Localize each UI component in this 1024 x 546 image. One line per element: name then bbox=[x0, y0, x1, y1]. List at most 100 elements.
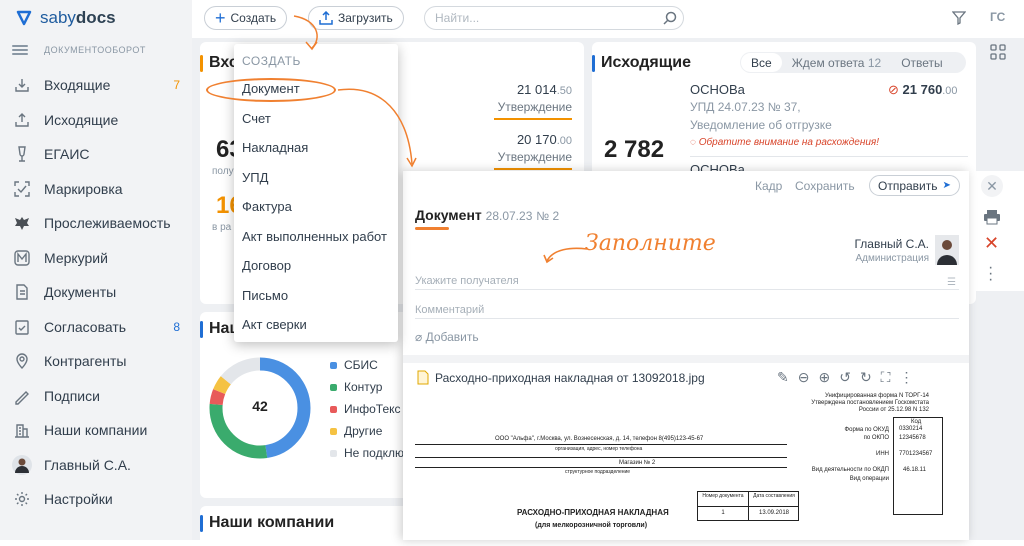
count-badge: 8 bbox=[173, 319, 180, 334]
sidebar-item-incoming[interactable]: Входящие 7 bbox=[0, 68, 192, 103]
menu-item-invoice[interactable]: Счет bbox=[242, 111, 271, 126]
legend-item[interactable]: Другие bbox=[330, 420, 410, 442]
scan-form-title: Унифицированная форма N ТОРГ-14 bbox=[824, 393, 929, 399]
legend-item[interactable]: Не подклю bbox=[330, 442, 410, 464]
search-input[interactable]: Найти... bbox=[424, 6, 684, 30]
scan-org: ООО "Альфа", г.Москва, ул. Вознесенская,… bbox=[495, 436, 704, 442]
delete-icon[interactable]: ✕ bbox=[984, 233, 999, 254]
sidebar-item-label: Подписи bbox=[44, 387, 100, 404]
panel-title[interactable]: Исходящие bbox=[592, 54, 691, 72]
legend-dot bbox=[330, 427, 337, 435]
panel-title[interactable]: Вхо bbox=[200, 54, 239, 72]
scan-line bbox=[697, 506, 799, 507]
incoming-row-amount[interactable]: 21 014.50 bbox=[517, 82, 572, 97]
filter-icon[interactable] bbox=[952, 11, 966, 25]
save-button[interactable]: Сохранить bbox=[795, 179, 855, 193]
sidebar-item-settings[interactable]: Настройки bbox=[0, 482, 192, 517]
scan-icon bbox=[12, 179, 32, 199]
author-avatar[interactable] bbox=[935, 235, 959, 265]
logo-saby: saby bbox=[40, 8, 76, 27]
menu-item-reconciliation[interactable]: Акт сверки bbox=[242, 317, 307, 332]
panel-title[interactable]: Наши компании bbox=[200, 514, 334, 532]
print-icon[interactable] bbox=[983, 209, 1001, 225]
outbox-icon bbox=[12, 110, 32, 130]
sidebar-item-outgoing[interactable]: Исходящие bbox=[0, 103, 192, 138]
add-attachment-button[interactable]: ⌀ Добавить bbox=[415, 330, 479, 344]
more-icon[interactable]: ⋮ bbox=[899, 369, 913, 386]
buildings-icon bbox=[12, 420, 32, 440]
close-icon[interactable]: ✕ bbox=[981, 175, 1003, 197]
sidebar-item-our-companies[interactable]: Наши компании bbox=[0, 413, 192, 448]
scan-code-label: Код bbox=[911, 419, 922, 425]
more-icon[interactable]: · · · bbox=[988, 260, 993, 288]
zoom-out-icon[interactable]: ⊖ bbox=[798, 369, 810, 386]
attachment-name[interactable]: Расходно-приходная накладная от 13092018… bbox=[435, 371, 705, 385]
incoming-row-amount[interactable]: 20 170.00 bbox=[517, 132, 572, 147]
sidebar-item-traceability[interactable]: Прослеживаемость bbox=[0, 206, 192, 241]
scanned-document: Унифицированная форма N ТОРГ-14 Утвержде… bbox=[415, 393, 959, 540]
apps-grid-icon[interactable] bbox=[990, 44, 1006, 60]
scan-num-head: Номер документа bbox=[702, 493, 744, 499]
outgoing-company[interactable]: ОСНОВа bbox=[690, 82, 745, 97]
eagle-icon bbox=[12, 213, 32, 233]
tab-waiting[interactable]: Ждем ответа 12 bbox=[782, 53, 892, 72]
edit-icon[interactable]: ✎ bbox=[777, 369, 789, 386]
menu-toggle-icon[interactable] bbox=[12, 43, 28, 57]
title-underline bbox=[415, 227, 449, 230]
author-name[interactable]: Главный С.А. bbox=[854, 237, 929, 251]
sidebar-item-documents[interactable]: Документы bbox=[0, 275, 192, 310]
annotation-arrows bbox=[293, 15, 417, 168]
send-button[interactable]: Отправить ➤ bbox=[869, 175, 960, 196]
legend-item[interactable]: СБИС bbox=[330, 354, 410, 376]
sidebar-item-egais[interactable]: ЕГАИС bbox=[0, 137, 192, 172]
sidebar-item-approve[interactable]: Согласовать 8 bbox=[0, 310, 192, 345]
frame-button[interactable]: Кадр bbox=[755, 179, 782, 193]
legend-item[interactable]: ИнфоТекс bbox=[330, 398, 410, 420]
sidebar-item-contractors[interactable]: Контрагенты bbox=[0, 344, 192, 379]
sidebar-item-label: Маркировка bbox=[44, 180, 123, 197]
search-icon[interactable] bbox=[662, 10, 678, 26]
author-role: Администрация bbox=[855, 253, 929, 264]
fullscreen-icon[interactable]: ⛶ bbox=[881, 369, 891, 386]
list-icon[interactable]: ☰ bbox=[947, 277, 956, 288]
documents-icon bbox=[12, 282, 32, 302]
menu-item-facture[interactable]: Фактура bbox=[242, 199, 292, 214]
user-initials[interactable]: ГС bbox=[990, 10, 1005, 24]
scan-org-hint: организация, адрес, номер телефона bbox=[555, 446, 643, 452]
scan-div-hint: структурное подразделение bbox=[565, 469, 631, 475]
scan-inn: 7701234567 bbox=[899, 451, 933, 457]
scan-line bbox=[415, 444, 787, 445]
legend-label: СБИС bbox=[344, 358, 378, 372]
menu-item-act[interactable]: Акт выполненных работ bbox=[242, 229, 387, 244]
rotate-left-icon[interactable]: ↺ bbox=[839, 369, 851, 386]
menu-item-contract[interactable]: Договор bbox=[242, 258, 291, 273]
sidebar-item-profile[interactable]: Главный С.А. bbox=[0, 448, 192, 483]
app-logo[interactable]: sabydocs bbox=[14, 8, 116, 28]
divider bbox=[403, 355, 969, 363]
scan-big-title: РАСХОДНО-ПРИХОДНАЯ НАКЛАДНАЯ bbox=[517, 508, 669, 517]
zoom-in-icon[interactable]: ⊕ bbox=[818, 369, 830, 386]
tab-answers[interactable]: Ответы bbox=[891, 53, 952, 72]
sidebar-nav: Входящие 7 Исходящие ЕГАИС Маркировка Про… bbox=[0, 68, 192, 517]
menu-item-upd[interactable]: УПД bbox=[242, 170, 268, 185]
rotate-right-icon[interactable]: ↻ bbox=[860, 369, 872, 386]
tab-all[interactable]: Все bbox=[741, 53, 782, 72]
recipient-input[interactable]: Укажите получателя bbox=[415, 275, 519, 287]
scan-shop: Магазин № 2 bbox=[619, 460, 656, 466]
sidebar: sabydocs ДОКУМЕНТООБОРОТ Входящие 7 Исход… bbox=[0, 0, 192, 540]
paperclip-icon: ⌀ bbox=[415, 330, 423, 344]
document-card: Кадр Сохранить Отправить ➤ Документ 28.07… bbox=[403, 171, 969, 540]
scan-okud: 0330214 bbox=[899, 426, 923, 432]
sidebar-item-mercury[interactable]: Меркурий bbox=[0, 241, 192, 276]
legend-dot bbox=[330, 361, 337, 369]
m-badge-icon bbox=[12, 248, 32, 268]
outgoing-doc: УПД 24.07.23 № 37, bbox=[690, 100, 801, 114]
menu-item-letter[interactable]: Письмо bbox=[242, 288, 288, 303]
incoming-sub2: в ра bbox=[212, 222, 232, 233]
create-button[interactable]: + Создать bbox=[204, 6, 288, 30]
legend-item[interactable]: Контур bbox=[330, 376, 410, 398]
comment-input[interactable]: Комментарий bbox=[415, 304, 484, 316]
legend-dot bbox=[330, 449, 337, 457]
sidebar-item-marking[interactable]: Маркировка bbox=[0, 172, 192, 207]
sidebar-item-signatures[interactable]: Подписи bbox=[0, 379, 192, 414]
